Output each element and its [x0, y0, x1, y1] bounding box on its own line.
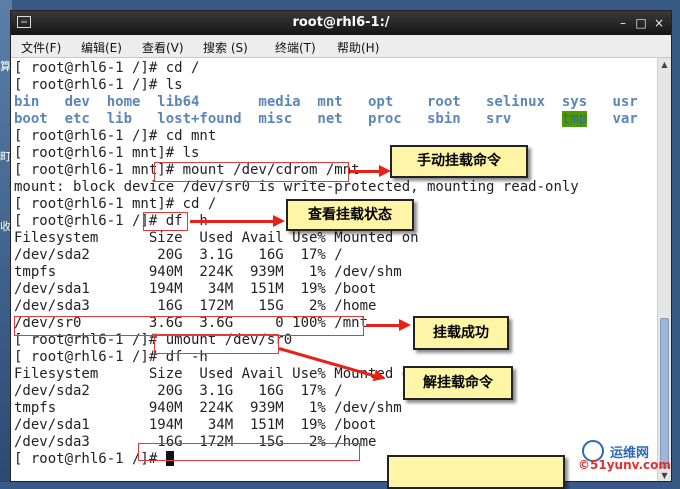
terminal-text: /dev/sda3 16G 172M 15G 2% /home [14, 298, 377, 314]
highlight-box-sr0-mounted [14, 316, 364, 336]
terminal-text: [ root@rhl6-1 /]# cd mnt [14, 128, 217, 144]
terminal-text: [ root@rhl6-1 /]# cd / [14, 60, 200, 76]
highlight-box-df-command [143, 212, 188, 231]
note-empty [387, 455, 565, 489]
terminal-line: /dev/sda2 20G 3.1G 16G 17% / [14, 247, 343, 264]
terminal-line: /dev/sda1 194M 34M 151M 19% /boot [14, 417, 376, 434]
terminal-text: [ root@rhl6-1 /]# ls [14, 77, 183, 93]
terminal-text: [ root@rhl6-1 mnt]# ls [14, 145, 200, 161]
terminal-text: [ root@rhl6-1 mnt]# cd / [14, 196, 217, 212]
terminal-text: boot etc lib lost+found misc net proc sb… [14, 111, 562, 127]
terminal-line: [ root@rhl6-1 /]# cd mnt [14, 128, 216, 145]
terminal-text: bin dev home lib64 media mnt opt root se… [14, 94, 638, 110]
terminal-line: Filesystem Size Used Avail Use% Mounted … [14, 366, 419, 383]
menu-edit[interactable]: 编辑(E) [81, 39, 122, 56]
arrow-mount-success [366, 319, 411, 331]
terminal-line: [ root@rhl6-1 /]# ls [14, 77, 183, 94]
terminal-line: /dev/sda3 16G 172M 15G 2% /home [14, 298, 376, 315]
terminal-text: Filesystem Size Used Avail Use% Mounted … [14, 230, 419, 246]
menu-search[interactable]: 搜索 (S) [203, 39, 248, 56]
highlight-box-prompt [138, 443, 360, 461]
terminal-line: Filesystem Size Used Avail Use% Mounted … [14, 230, 419, 247]
note-check-status: 查看挂载状态 [286, 199, 414, 231]
terminal-text: Filesystem Size Used Avail Use% Mounted … [14, 366, 419, 382]
terminal-line: /dev/sda2 20G 3.1G 16G 17% / [14, 383, 343, 400]
menu-help[interactable]: 帮助(H) [337, 39, 379, 56]
maximize-button[interactable]: □ [633, 15, 649, 31]
scroll-up-icon[interactable]: ▲ [658, 60, 671, 69]
menu-file[interactable]: 文件(F) [21, 39, 61, 56]
close-button[interactable]: × [651, 15, 667, 31]
note-unmount: 解挂载命令 [403, 366, 513, 400]
note-manual-mount: 手动挂载命令 [390, 145, 528, 178]
menu-view[interactable]: 查看(V) [142, 39, 184, 56]
terminal-window: ▭ root@rhl6-1:/ – □ × 文件(F) 编辑(E) 查看(V) … [10, 10, 672, 482]
arrow-check-status [190, 215, 285, 227]
terminal-line: [ root@rhl6-1 mnt]# cd / [14, 196, 216, 213]
menu-bar: 文件(F) 编辑(E) 查看(V) 搜索 (S) 终端(T) 帮助(H) [11, 35, 671, 58]
terminal-line: [ root@rhl6-1 /]# cd / [14, 60, 199, 77]
terminal-text: /dev/sda1 194M 34M 151M 19% /boot [14, 281, 377, 297]
terminal-line: tmpfs 940M 224K 939M 1% /dev/shm [14, 264, 402, 281]
terminal-line: [ root@rhl6-1 mnt]# ls [14, 145, 199, 162]
terminal-line: /dev/sda1 194M 34M 151M 19% /boot [14, 281, 376, 298]
terminal-text: tmpfs 940M 224K 939M 1% /dev/shm [14, 264, 402, 280]
highlighted-dir: tmp [561, 111, 588, 127]
terminal-text: /dev/sda1 194M 34M 151M 19% /boot [14, 417, 377, 433]
highlight-box-mount-command [154, 162, 349, 182]
terminal-text: /dev/sda2 20G 3.1G 16G 17% / [14, 383, 343, 399]
terminal-line: boot etc lib lost+found misc net proc sb… [14, 111, 638, 128]
watermark-url: ©51yunv.com [578, 458, 671, 472]
arrow-manual-mount [350, 165, 391, 177]
window-title: root@rhl6-1:/ [292, 15, 390, 30]
note-mount-success: 挂载成功 [413, 316, 509, 350]
title-bar[interactable]: ▭ root@rhl6-1:/ – □ × [11, 11, 671, 35]
vertical-scrollbar[interactable]: ▲ ▼ [657, 58, 671, 481]
highlight-box-umount-command [154, 334, 279, 354]
terminal-text: /dev/sda2 20G 3.1G 16G 17% / [14, 247, 343, 263]
terminal-line: tmpfs 940M 224K 939M 1% /dev/shm [14, 400, 402, 417]
terminal-text: tmpfs 940M 224K 939M 1% /dev/shm [14, 400, 402, 416]
menu-terminal[interactable]: 终端(T) [275, 39, 316, 56]
terminal-text: var [587, 111, 638, 127]
terminal-line: bin dev home lib64 media mnt opt root se… [14, 94, 638, 111]
watermark: 运维网 ©51yunv.com [578, 440, 678, 480]
minimize-button[interactable]: – [615, 15, 631, 31]
terminal-output[interactable]: [ root@rhl6-1 /]# cd /[ root@rhl6-1 /]# … [12, 58, 656, 481]
